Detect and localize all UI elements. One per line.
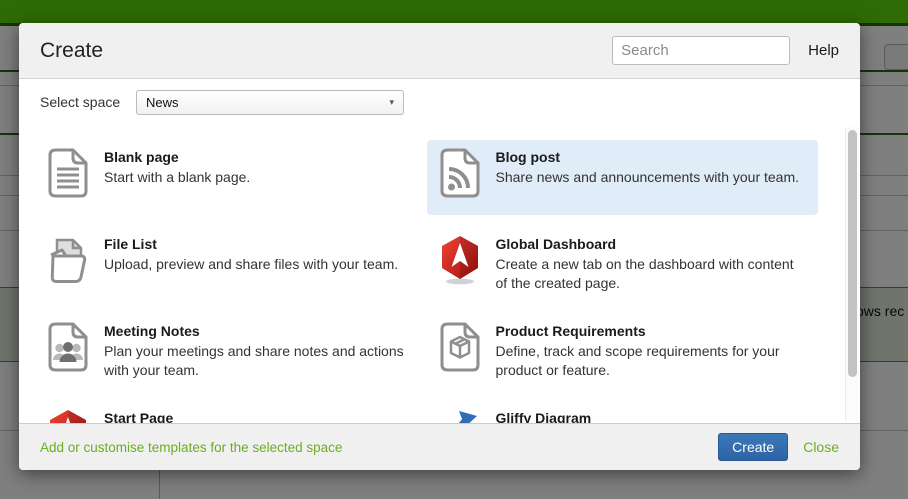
product-requirements-icon — [437, 322, 483, 372]
dialog-footer: Add or customise templates for the selec… — [19, 423, 860, 470]
dialog-title: Create — [40, 39, 103, 63]
template-item-blank-page[interactable]: Blank page Start with a blank page. — [35, 140, 427, 215]
template-description: Start with a blank page. — [104, 168, 250, 187]
template-title: Start Page — [104, 410, 412, 423]
template-description: Share news and announcements with your t… — [496, 168, 800, 187]
template-item-start-page[interactable]: Start Page Creates a page without naviga… — [35, 401, 427, 423]
template-title: Meeting Notes — [104, 323, 412, 339]
template-item-gliffy-diagram[interactable]: Gliffy Diagram Add a blank page with a G… — [427, 401, 819, 423]
space-dropdown[interactable]: News ▾ — [136, 90, 404, 115]
chevron-down-icon: ▾ — [389, 97, 394, 108]
template-item-blog-post[interactable]: Blog post Share news and announcements w… — [427, 140, 819, 215]
blank-page-icon — [45, 148, 91, 198]
blog-post-icon — [437, 148, 483, 198]
template-item-product-requirements[interactable]: Product Requirements Define, track and s… — [427, 314, 819, 389]
template-item-file-list[interactable]: File List Upload, preview and share file… — [35, 227, 427, 302]
template-title: Product Requirements — [496, 323, 804, 339]
close-link[interactable]: Close — [803, 439, 839, 455]
template-list: Blank page Start with a blank page. — [19, 125, 860, 423]
start-page-icon — [45, 409, 91, 423]
template-description: Upload, preview and share files with you… — [104, 255, 398, 274]
template-title: Blank page — [104, 149, 250, 165]
template-title: Blog post — [496, 149, 800, 165]
create-dialog: Create Help Select space News ▾ — [19, 23, 860, 470]
meeting-notes-icon — [45, 322, 91, 372]
global-dashboard-icon — [437, 235, 483, 285]
file-list-icon — [45, 235, 91, 285]
dialog-header: Create Help — [19, 23, 860, 79]
template-title: File List — [104, 236, 398, 252]
select-space-label: Select space — [40, 94, 136, 110]
template-description: Create a new tab on the dashboard with c… — [496, 255, 804, 293]
gliffy-diagram-icon — [437, 409, 483, 423]
customise-templates-link[interactable]: Add or customise templates for the selec… — [40, 440, 342, 455]
search-input[interactable] — [612, 36, 790, 65]
create-button[interactable]: Create — [718, 433, 788, 461]
select-space-row: Select space News ▾ — [19, 79, 860, 125]
template-item-global-dashboard[interactable]: Global Dashboard Create a new tab on the… — [427, 227, 819, 302]
list-scrollbar-thumb[interactable] — [848, 130, 857, 377]
template-item-meeting-notes[interactable]: Meeting Notes Plan your meetings and sha… — [35, 314, 427, 389]
help-link[interactable]: Help — [808, 42, 839, 59]
template-description: Define, track and scope requirements for… — [496, 342, 804, 380]
template-title: Global Dashboard — [496, 236, 804, 252]
space-dropdown-value: News — [146, 95, 389, 110]
list-scrollbar-track[interactable] — [845, 127, 859, 421]
template-title: Gliffy Diagram — [496, 410, 742, 423]
template-description: Plan your meetings and share notes and a… — [104, 342, 412, 380]
